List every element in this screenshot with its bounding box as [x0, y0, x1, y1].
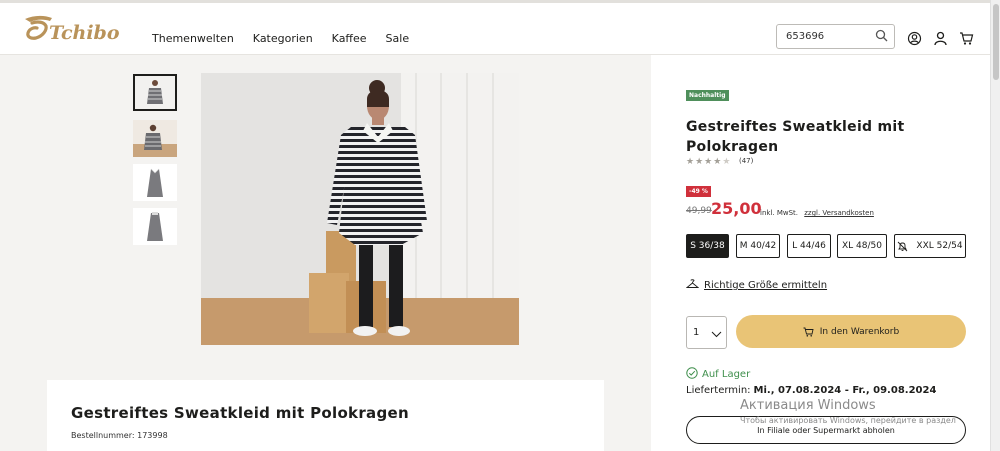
rating-stars[interactable]: ★★★★★ — [686, 157, 731, 167]
discount-badge: -49 % — [686, 186, 711, 197]
delivery-label: Liefertermin: — [686, 385, 751, 396]
quantity-value: 1 — [693, 327, 700, 338]
thumbnail-4[interactable] — [133, 208, 177, 245]
thumbnail-2[interactable] — [133, 120, 177, 157]
star-icon: ★ — [704, 157, 714, 167]
cart-add-icon — [803, 327, 814, 337]
size-label: S 36/38 — [690, 241, 725, 251]
hanger-icon — [685, 279, 700, 288]
thumbnail-3[interactable] — [133, 164, 177, 201]
main-product-image[interactable] — [201, 73, 519, 345]
quantity-select[interactable]: 1 — [686, 316, 727, 349]
size-label: M 40/42 — [739, 241, 777, 251]
shipping-cost-link[interactable]: zzgl. Versandkosten — [804, 209, 874, 217]
account-icon[interactable] — [907, 31, 922, 46]
check-circle-icon — [686, 367, 698, 379]
rating-count[interactable]: (47) — [739, 157, 753, 165]
star-icon: ★ — [713, 157, 723, 167]
add-to-cart-label: In den Warenkorb — [819, 326, 900, 337]
thumbnail-1[interactable] — [133, 74, 177, 111]
product-panel: Nachhaltig Gestreiftes Sweatkleid mit Po… — [651, 55, 990, 451]
sustainable-badge: Nachhaltig — [686, 90, 729, 101]
star-icon: ★ — [695, 157, 705, 167]
tax-note: inkl. MwSt. zzgl. Versandkosten — [760, 209, 874, 217]
add-to-cart-button[interactable]: In den Warenkorb — [736, 315, 966, 348]
star-icon: ★ — [686, 157, 696, 167]
chevron-down-icon — [711, 331, 722, 338]
stock-status: Auf Lager — [686, 367, 750, 380]
nav-item-kaffee[interactable]: Kaffee — [332, 32, 367, 45]
size-finder-label: Richtige Größe ermitteln — [704, 280, 828, 291]
cart-icon[interactable] — [959, 31, 974, 46]
store-pickup-label: In Filiale oder Supermarkt abholen — [757, 425, 895, 435]
description-card: Gestreiftes Sweatkleid mit Polokragen Be… — [47, 380, 604, 451]
search-icon[interactable] — [875, 29, 888, 42]
product-title: Gestreiftes Sweatkleid mit Polokragen — [686, 119, 905, 155]
stock-label: Auf Lager — [702, 369, 751, 380]
description-title: Gestreiftes Sweatkleid mit Polokragen — [71, 404, 409, 422]
size-label: XL 48/50 — [842, 241, 882, 251]
svg-text:Tchibo: Tchibo — [49, 22, 120, 44]
delivery-dates: Mi., 07.08.2024 - Fr., 09.08.2024 — [753, 385, 937, 396]
thumbnail-image — [135, 76, 175, 109]
product-photo — [201, 73, 519, 345]
nav-item-themenwelten[interactable]: Themenwelten — [152, 32, 234, 45]
old-price: 49,99 — [686, 206, 712, 216]
store-pickup-button[interactable]: In Filiale oder Supermarkt abholen — [686, 416, 966, 444]
delivery-date: Liefertermin: Mi., 07.08.2024 - Fr., 09.0… — [686, 385, 936, 396]
size-option-l[interactable]: L 44/46 — [787, 234, 831, 258]
thumbnail-image — [133, 208, 177, 245]
bell-icon — [898, 241, 908, 251]
size-option-m[interactable]: M 40/42 — [736, 234, 780, 258]
thumbnail-image — [133, 120, 177, 157]
size-finder-link[interactable]: Richtige Größe ermitteln — [685, 279, 828, 291]
scrollbar-thumb[interactable] — [993, 4, 999, 80]
size-option-xxl[interactable]: XXL 52/54 — [894, 234, 966, 258]
star-empty-icon: ★ — [722, 157, 732, 167]
search-input[interactable] — [777, 25, 873, 48]
nav-item-kategorien[interactable]: Kategorien — [253, 32, 313, 45]
nav-item-sale[interactable]: Sale — [386, 32, 410, 45]
size-option-s[interactable]: S 36/38 — [686, 234, 729, 258]
page-scrollbar[interactable] — [990, 0, 1000, 451]
size-option-xl[interactable]: XL 48/50 — [837, 234, 887, 258]
tchibo-logo[interactable]: Tchibo — [22, 12, 122, 46]
order-number: Bestellnummer: 173998 — [71, 431, 168, 440]
thumbnail-image — [133, 164, 177, 201]
user-icon[interactable] — [933, 31, 948, 46]
size-label: L 44/46 — [792, 241, 826, 251]
current-price: 25,00 — [711, 199, 762, 218]
size-label: XXL 52/54 — [916, 241, 963, 251]
search-box — [776, 24, 895, 49]
tax-label: inkl. MwSt. — [760, 209, 799, 217]
main-nav: Themenwelten Kategorien Kaffee Sale — [152, 32, 409, 45]
site-header: Tchibo Themenwelten Kategorien Kaffee Sa… — [0, 0, 990, 55]
